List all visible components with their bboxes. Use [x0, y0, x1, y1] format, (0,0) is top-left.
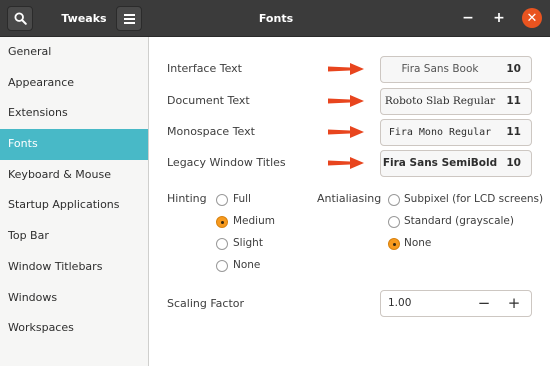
sidebar-item-extensions[interactable]: Extensions [0, 98, 148, 129]
page-title: Fonts [258, 12, 294, 25]
minimize-icon: − [462, 10, 474, 26]
hamburger-icon [123, 13, 135, 24]
interface-font-button[interactable]: Fira Sans Book 10 [380, 56, 532, 83]
hinting-none-label: None [233, 259, 261, 271]
sidebar-item-appearance[interactable]: Appearance [0, 68, 148, 99]
monospace-font-size: 11 [506, 126, 521, 138]
legacy-window-titles-label: Legacy Window Titles [167, 156, 286, 169]
document-font-size: 11 [506, 95, 521, 107]
close-button[interactable]: ✕ [522, 8, 542, 28]
scaling-factor-spinbutton[interactable]: 1.00 − + [380, 290, 532, 317]
interface-font-size: 10 [506, 63, 521, 75]
sidebar: General Appearance Extensions Fonts Keyb… [0, 37, 149, 366]
maximize-button[interactable]: + [489, 8, 509, 28]
antialiasing-standard-label: Standard (grayscale) [404, 215, 514, 227]
arrow-annotation [328, 126, 364, 138]
legacy-font-name: Fira Sans SemiBold [382, 157, 498, 169]
header-bar: Tweaks Fonts − + ✕ [0, 0, 550, 37]
sidebar-item-keyboard-mouse[interactable]: Keyboard & Mouse [0, 160, 148, 191]
hinting-label: Hinting [167, 192, 207, 205]
sidebar-item-windows[interactable]: Windows [0, 283, 148, 314]
scaling-factor-value[interactable]: 1.00 [388, 291, 411, 316]
interface-text-label: Interface Text [167, 62, 242, 75]
hinting-medium-label: Medium [233, 215, 275, 227]
search-button[interactable] [7, 6, 33, 31]
sidebar-item-top-bar[interactable]: Top Bar [0, 221, 148, 252]
arrow-annotation [328, 157, 364, 169]
monospace-font-button[interactable]: Fira Mono Regular 11 [380, 119, 532, 146]
antialiasing-label: Antialiasing [317, 192, 382, 205]
sidebar-item-general[interactable]: General [0, 37, 148, 68]
menu-button[interactable] [116, 6, 142, 31]
sidebar-item-startup-applications[interactable]: Startup Applications [0, 190, 148, 221]
hinting-slight-radio[interactable] [216, 238, 228, 250]
sidebar-item-window-titlebars[interactable]: Window Titlebars [0, 252, 148, 283]
app-title: Tweaks [61, 12, 107, 25]
hinting-full-radio[interactable] [216, 194, 228, 206]
antialiasing-none-label: None [404, 237, 432, 249]
antialiasing-none-radio[interactable] [388, 238, 400, 250]
legacy-font-button[interactable]: Fira Sans SemiBold 10 [380, 150, 532, 177]
hinting-full-label: Full [233, 193, 251, 205]
antialiasing-subpixel-radio[interactable] [388, 194, 400, 206]
hinting-none-radio[interactable] [216, 260, 228, 272]
fonts-panel: Interface Text Fira Sans Book 10 Documen… [150, 37, 550, 366]
antialiasing-subpixel-label: Subpixel (for LCD screens) [404, 193, 544, 205]
document-font-name: Roboto Slab Regular [384, 95, 496, 107]
decrement-button[interactable]: − [469, 291, 499, 316]
arrow-annotation [328, 95, 364, 107]
document-font-button[interactable]: Roboto Slab Regular 11 [380, 88, 532, 115]
antialiasing-standard-radio[interactable] [388, 216, 400, 228]
sidebar-item-fonts[interactable]: Fonts [0, 129, 148, 160]
close-icon: ✕ [526, 10, 538, 26]
increment-button[interactable]: + [499, 291, 529, 316]
legacy-font-size: 10 [506, 157, 521, 169]
hinting-slight-label: Slight [233, 237, 263, 249]
hinting-medium-radio[interactable] [216, 216, 228, 228]
search-icon [13, 12, 27, 25]
document-text-label: Document Text [167, 94, 250, 107]
interface-font-name: Fira Sans Book [401, 63, 479, 75]
arrow-annotation [328, 63, 364, 75]
minimize-button[interactable]: − [458, 8, 478, 28]
scaling-factor-label: Scaling Factor [167, 297, 245, 310]
monospace-font-name: Fira Mono Regular [388, 127, 492, 138]
monospace-text-label: Monospace Text [167, 125, 255, 138]
sidebar-item-workspaces[interactable]: Workspaces [0, 313, 148, 344]
maximize-icon: + [493, 10, 505, 26]
